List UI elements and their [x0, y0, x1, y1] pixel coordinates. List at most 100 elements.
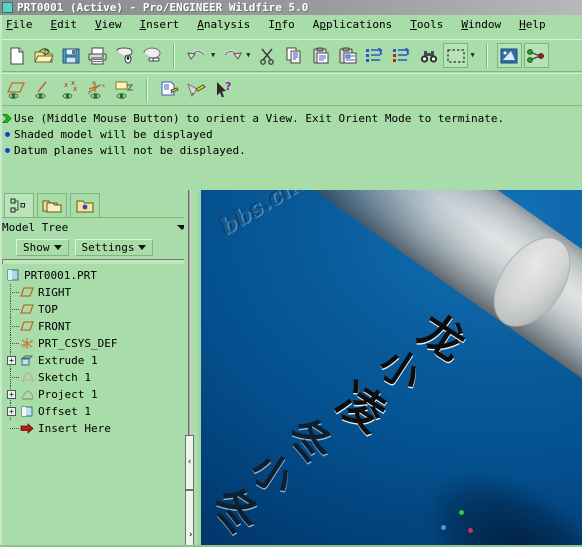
find-binoculars-icon[interactable]	[416, 43, 441, 68]
csys-axis-marker-red	[468, 528, 473, 533]
expand-toggle[interactable]: +	[7, 356, 16, 365]
panel-splitter[interactable]: ‹ ›	[184, 190, 198, 547]
paste-special-icon[interactable]	[335, 43, 360, 68]
chevron-right-icon[interactable]: ›	[188, 531, 193, 540]
tab-model-tree[interactable]	[4, 193, 34, 217]
open-folder-icon[interactable]	[31, 43, 56, 68]
menubar: File Edit View Insert Analysis Info Appl…	[0, 16, 582, 33]
regenerate-manual-icon[interactable]	[389, 43, 414, 68]
menu-applications[interactable]: Applications	[313, 18, 401, 31]
chevron-left-icon[interactable]: ‹	[187, 458, 192, 467]
menu-analysis[interactable]: Analysis	[197, 18, 259, 31]
menu-tools[interactable]: Tools	[410, 18, 452, 31]
selection-filter-dropdown-arrow-icon[interactable]: ▼	[470, 52, 474, 59]
message-text: Datum planes will not be displayed.	[14, 144, 246, 157]
insert-here-arrow-icon	[20, 423, 34, 434]
show-button[interactable]: Show	[16, 238, 69, 256]
model-tree[interactable]: PRT0001.PRT RIGHT TOP FRONT PRT_CSYS_DEF…	[2, 264, 188, 434]
link-hyperlink-icon[interactable]	[139, 43, 164, 68]
expand-toggle[interactable]: +	[7, 390, 16, 399]
datum-csys-display-icon[interactable]: y x z	[85, 77, 110, 102]
blue-dot-icon	[5, 132, 10, 137]
datum-plane-display-icon[interactable]	[4, 77, 29, 102]
navigator-title: Model Tree	[2, 221, 69, 234]
tab-folder-browser[interactable]	[37, 193, 67, 217]
paste-icon[interactable]	[308, 43, 333, 68]
redo-dropdown-arrow-icon[interactable]: ▼	[246, 52, 250, 59]
offset-icon	[21, 406, 33, 417]
extrude-icon	[20, 355, 34, 366]
menu-view[interactable]: View	[95, 18, 131, 31]
tree-item-insert-here[interactable]: Insert Here	[6, 420, 188, 434]
message-line: Use (Middle Mouse Button) to orient a Vi…	[2, 111, 582, 126]
model-tree-icon	[10, 198, 25, 212]
undo-icon[interactable]	[184, 43, 209, 68]
menu-edit[interactable]: Edit	[51, 18, 87, 31]
relations-graph-icon[interactable]	[523, 43, 549, 68]
settings-button[interactable]: Settings	[74, 238, 154, 256]
splitter-grip-upper[interactable]: ‹	[185, 435, 194, 490]
menu-info[interactable]: Info	[268, 18, 304, 31]
menu-help[interactable]: Help	[519, 18, 555, 31]
tree-item-csys[interactable]: PRT_CSYS_DEF	[6, 335, 188, 352]
datum-plane-icon	[20, 287, 34, 297]
svg-text:x: x	[64, 81, 68, 89]
tab-favorites[interactable]	[70, 193, 100, 217]
navigator-button-bar: Show Settings	[0, 237, 190, 257]
tree-item-sketch[interactable]: Sketch 1	[6, 369, 188, 386]
tree-item-extrude[interactable]: + Extrude 1	[6, 352, 188, 369]
cut-scissors-icon[interactable]	[254, 43, 279, 68]
tree-item-offset[interactable]: + Offset 1	[6, 403, 188, 420]
graphics-viewport[interactable]: 龙 小 凌 冬 小 冬 bbs.chinade.net	[198, 190, 582, 547]
tree-item-project[interactable]: + Project 1	[6, 386, 188, 403]
engraved-char: 冬	[277, 408, 342, 476]
project-icon	[21, 390, 34, 400]
menu-window[interactable]: Window	[461, 18, 510, 31]
navigator-panel: Model Tree Show Settings PRT0001.PRT RIG	[0, 190, 190, 547]
menu-file[interactable]: File	[6, 18, 42, 31]
toolbar-separator-right	[485, 43, 488, 68]
print-icon[interactable]	[85, 43, 110, 68]
new-file-icon[interactable]	[4, 43, 29, 68]
message-area: Use (Middle Mouse Button) to orient a Vi…	[0, 107, 582, 189]
sketch-icon	[22, 372, 34, 383]
tree-item-right-plane[interactable]: RIGHT	[6, 284, 188, 301]
datum-axis-display-icon[interactable]	[31, 77, 56, 102]
toolbar-edit-group: ▼ ▼ ▼	[180, 40, 481, 71]
selection-box-icon[interactable]	[443, 43, 469, 68]
send-mail-icon[interactable]	[112, 43, 137, 68]
layer-tree-icon[interactable]	[157, 77, 182, 102]
save-floppy-icon[interactable]	[58, 43, 83, 68]
show-button-label: Show	[23, 240, 50, 254]
tree-indent	[6, 335, 20, 352]
message-line: Datum planes will not be displayed.	[2, 143, 582, 158]
redo-icon[interactable]	[219, 43, 244, 68]
expand-toggle[interactable]: +	[7, 407, 16, 416]
svg-text:z: z	[88, 90, 91, 96]
tree-item-label: Sketch 1	[38, 371, 91, 384]
tree-item-part[interactable]: PRT0001.PRT	[6, 267, 188, 284]
undo-dropdown-arrow-icon[interactable]: ▼	[211, 52, 215, 59]
select-help-arrow-icon[interactable]: ?	[211, 77, 236, 102]
annotation-display-icon[interactable]	[112, 77, 137, 102]
part-icon	[7, 269, 19, 281]
regenerate-icon[interactable]	[362, 43, 387, 68]
tree-item-label: PRT_CSYS_DEF	[38, 337, 118, 350]
svg-text:x: x	[73, 85, 77, 93]
engraved-char: 小	[242, 444, 302, 505]
tree-item-label: PRT0001.PRT	[24, 269, 97, 282]
appearance-gallery-icon[interactable]	[496, 43, 522, 68]
window-frame-left	[0, 15, 2, 547]
datum-plane-icon	[20, 304, 34, 314]
datum-point-display-icon[interactable]: xxx	[58, 77, 83, 102]
spin-center-icon[interactable]	[184, 77, 209, 102]
tree-item-top-plane[interactable]: TOP	[6, 301, 188, 318]
tree-item-front-plane[interactable]: FRONT	[6, 318, 188, 335]
tree-item-label: TOP	[38, 303, 58, 316]
tree-indent: +	[6, 403, 20, 420]
favorites-folder-icon	[76, 200, 94, 212]
menu-insert[interactable]: Insert	[140, 18, 189, 31]
splitter-grip-lower[interactable]: ›	[185, 490, 194, 547]
copy-icon[interactable]	[281, 43, 306, 68]
green-arrow-icon	[2, 114, 12, 123]
